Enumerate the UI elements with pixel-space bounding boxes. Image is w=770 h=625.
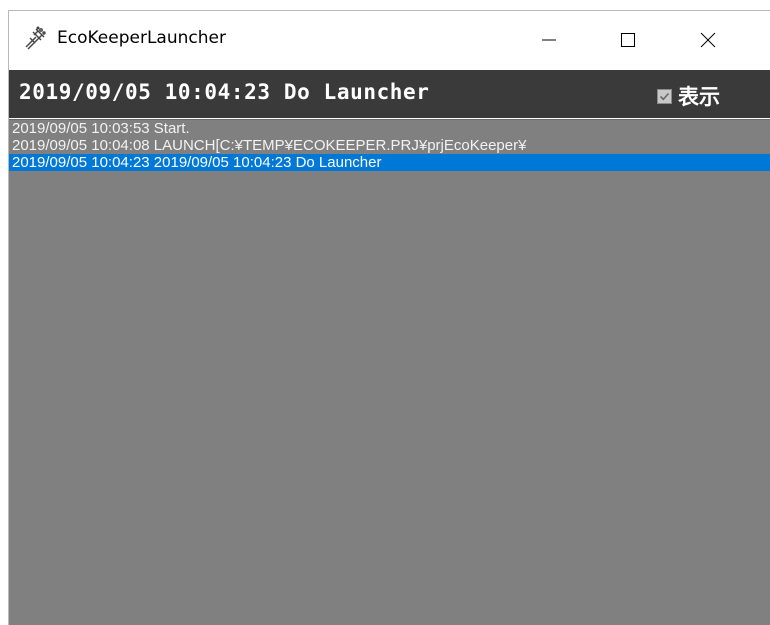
show-checkbox-label: 表示 bbox=[678, 85, 720, 109]
log-line-selected[interactable]: 2019/09/05 10:04:23 2019/09/05 10:04:23 … bbox=[9, 154, 770, 171]
log-line[interactable]: 2019/09/05 10:03:53 Start. bbox=[9, 120, 770, 137]
show-checkbox[interactable]: 表示 bbox=[657, 81, 720, 111]
title-bar[interactable]: EcoKeeperLauncher bbox=[9, 11, 770, 69]
window-title: EcoKeeperLauncher bbox=[57, 28, 226, 48]
log-line[interactable]: 2019/09/05 10:04:08 LAUNCH[C:¥TEMP¥ECOKE… bbox=[9, 137, 770, 154]
checkbox-box[interactable] bbox=[657, 88, 672, 104]
status-text: 2019/09/05 10:04:23 Do Launcher bbox=[19, 80, 430, 104]
minimize-icon bbox=[542, 39, 556, 41]
close-button[interactable] bbox=[675, 11, 741, 69]
minimize-button[interactable] bbox=[516, 11, 582, 69]
app-window: EcoKeeperLauncher 2019/09/05 10:04:23 Do… bbox=[8, 10, 770, 625]
checkmark-icon bbox=[659, 92, 670, 100]
maximize-button[interactable] bbox=[595, 11, 661, 69]
spray-icon bbox=[25, 26, 46, 50]
status-bar: 2019/09/05 10:04:23 Do Launcher 表示 bbox=[9, 70, 770, 118]
log-list[interactable]: 2019/09/05 10:03:53 Start. 2019/09/05 10… bbox=[9, 119, 770, 625]
close-icon bbox=[700, 32, 716, 48]
maximize-icon bbox=[621, 33, 635, 47]
